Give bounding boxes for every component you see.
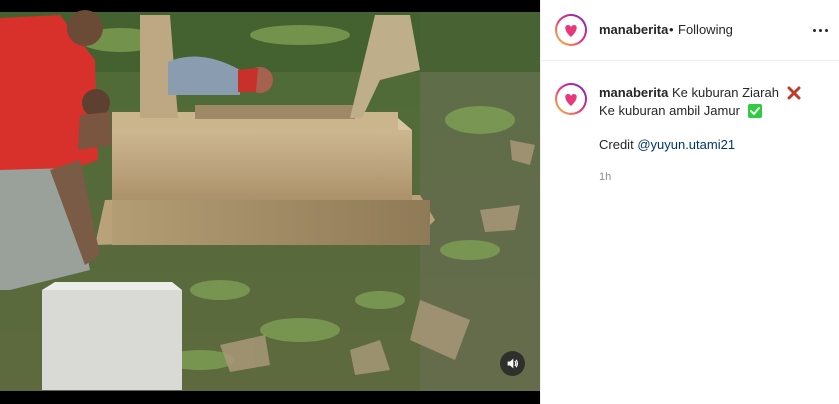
post-video[interactable] (0, 0, 540, 404)
caption-username[interactable]: manaberita (599, 85, 668, 100)
caption-avatar[interactable] (555, 83, 587, 115)
caption-line-1: manaberita Ke kuburan Ziarah (599, 84, 829, 102)
sound-toggle-button[interactable] (500, 351, 525, 376)
caption-credit: Credit @yuyun.utami21 (599, 136, 829, 154)
caption-line-2: Ke kuburan ambil Jamur (599, 102, 829, 120)
post-caption: manaberita Ke kuburan Ziarah Ke kuburan … (599, 84, 829, 186)
video-frame (0, 0, 540, 404)
post-timestamp[interactable]: 1h (599, 168, 829, 186)
credit-label: Credit (599, 137, 634, 152)
more-options-icon-dot (812, 28, 816, 32)
avatar[interactable] (555, 14, 587, 46)
credit-mention-link[interactable]: @yuyun.utami21 (637, 137, 735, 152)
caption-text-2: Ke kuburan ambil Jamur (599, 103, 740, 118)
caption-text-1: Ke kuburan Ziarah (672, 85, 779, 100)
cross-mark-emoji-icon (787, 86, 801, 100)
following-button[interactable]: Following (678, 22, 733, 37)
header-separator: • (669, 22, 674, 37)
more-options-icon-dot (818, 28, 822, 32)
check-mark-emoji-icon (747, 104, 762, 118)
manaberita-logo-icon (565, 94, 577, 106)
speaker-icon (507, 358, 518, 369)
more-options-icon-dot (824, 28, 828, 32)
manaberita-logo-icon (565, 25, 577, 37)
more-options-button[interactable] (809, 22, 831, 38)
post-header: manaberita • Following (541, 0, 839, 61)
header-username[interactable]: manaberita (599, 22, 668, 37)
post-side-panel: manaberita • Following manaberita Ke kub… (540, 0, 839, 404)
